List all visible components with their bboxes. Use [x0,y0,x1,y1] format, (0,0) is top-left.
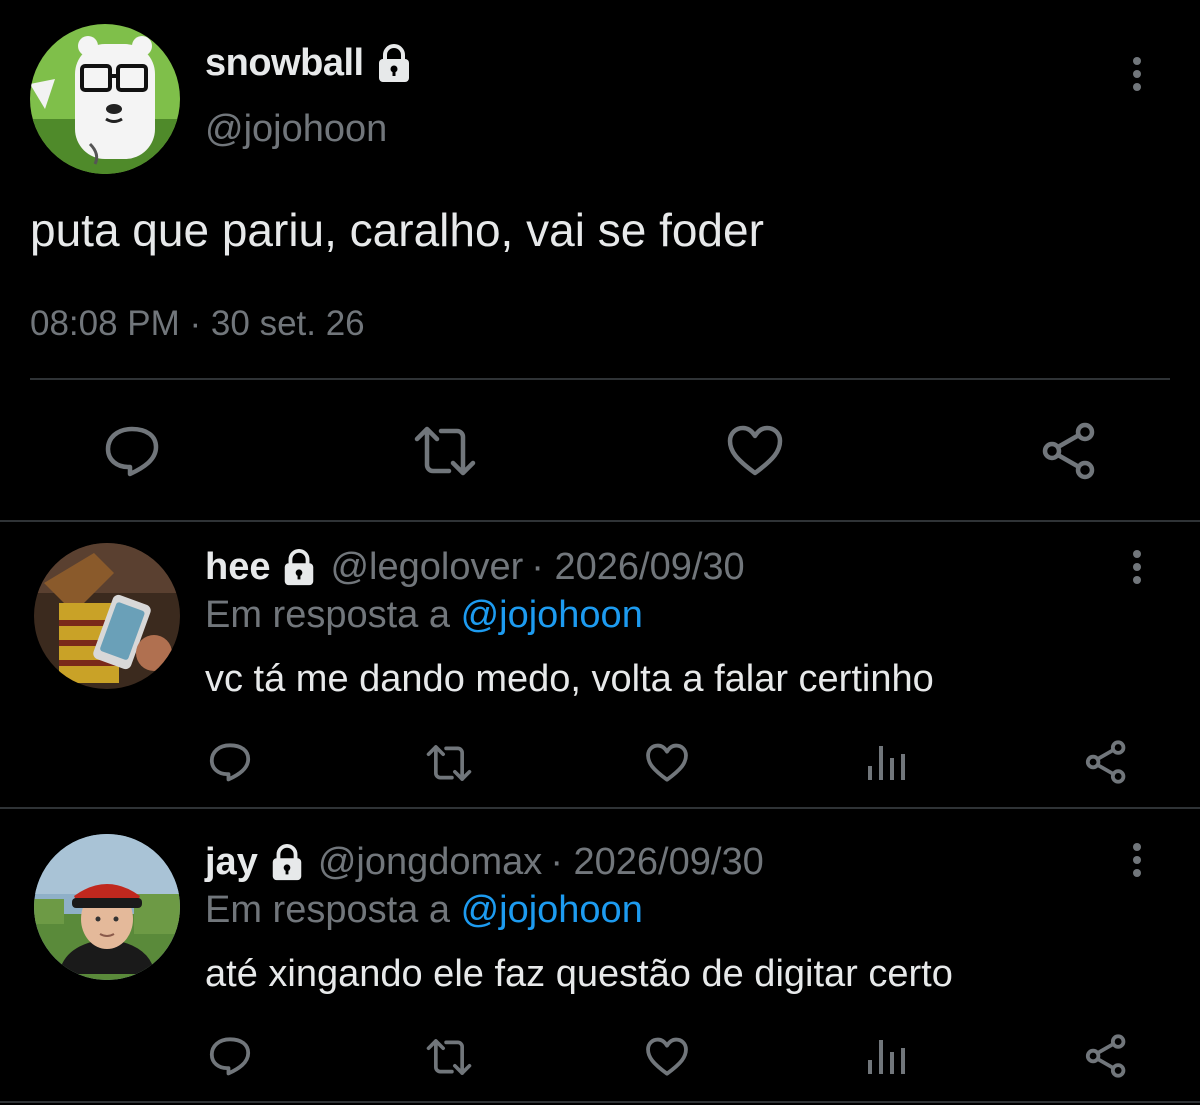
reply-date[interactable]: · 2026/09/30 [531,546,744,589]
reply-date[interactable]: · 2026/09/30 [550,841,763,884]
reply-icon[interactable] [208,1036,252,1076]
reply-icon[interactable] [103,425,161,477]
in-reply-prefix: Em resposta a [205,889,450,931]
man-red-cap-avatar-icon [34,834,180,980]
reply-text: até xingando ele faz questão de digitar … [205,953,953,995]
more-options-icon[interactable] [1125,548,1149,588]
divider [30,378,1170,380]
reply-text: vc tá me dando medo, volta a falar certi… [205,658,934,700]
more-options-icon[interactable] [1125,55,1149,95]
in-reply-to: Em resposta a @jojohoon [205,594,643,637]
avatar-snowball[interactable] [30,24,180,174]
retweet-icon[interactable] [425,1038,473,1076]
in-reply-handle-link[interactable]: @jojohoon [461,594,643,636]
display-name[interactable]: snowball [205,42,414,85]
woody-phone-avatar-icon [34,543,180,689]
share-icon[interactable] [1084,740,1128,784]
retweet-icon[interactable] [413,425,477,477]
analytics-icon[interactable] [866,744,906,782]
bear-glasses-avatar-icon [30,24,180,174]
share-icon[interactable] [1040,422,1098,480]
divider [0,1101,1200,1103]
like-icon[interactable] [645,1037,689,1077]
reply-header: hee @legolover · 2026/09/30 [205,546,745,589]
reply-header: jay @jongdomax · 2026/09/30 [205,841,764,884]
in-reply-to: Em resposta a @jojohoon [205,889,643,932]
more-options-icon[interactable] [1125,841,1149,881]
avatar-hee[interactable] [34,543,180,689]
reply-display-name[interactable]: hee [205,546,270,589]
like-icon[interactable] [726,425,784,477]
retweet-icon[interactable] [425,744,473,782]
divider [0,520,1200,522]
share-icon[interactable] [1084,1034,1128,1078]
reply-display-name[interactable]: jay [205,841,258,884]
in-reply-prefix: Em resposta a [205,594,450,636]
reply-icon[interactable] [208,742,252,782]
lock-icon [374,43,414,84]
reply-handle[interactable]: @jongdomax [318,841,542,884]
display-name-text: snowball [205,42,364,84]
divider [0,807,1200,809]
handle[interactable]: @jojohoon [205,108,387,151]
avatar-jay[interactable] [34,834,180,980]
like-icon[interactable] [645,743,689,783]
reply-handle[interactable]: @legolover [330,546,523,589]
lock-icon [280,548,318,587]
lock-icon [268,843,306,882]
tweet-text: puta que pariu, caralho, vai se foder [30,204,764,256]
tweet-timestamp[interactable]: 08:08 PM · 30 set. 26 [30,304,365,344]
in-reply-handle-link[interactable]: @jojohoon [461,889,643,931]
analytics-icon[interactable] [866,1038,906,1076]
